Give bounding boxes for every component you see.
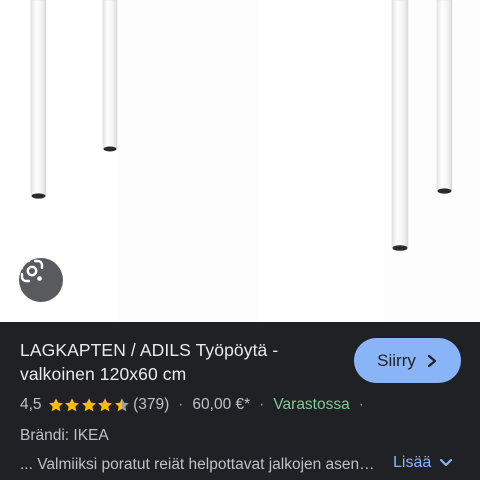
- product-description: ... Valmiiksi poratut reiät helpottavat …: [20, 456, 375, 473]
- separator-dot: ·: [178, 396, 184, 413]
- availability-status: Varastossa: [273, 396, 350, 413]
- star-icon: [98, 398, 112, 412]
- more-label: Lisää: [393, 454, 432, 471]
- google-lens-button[interactable]: [19, 258, 63, 302]
- chevron-down-icon: [440, 458, 453, 467]
- chevron-right-icon: [427, 354, 436, 367]
- go-button-label: Siirry: [377, 350, 416, 370]
- product-image[interactable]: [0, 0, 480, 322]
- star-icon: [81, 398, 96, 412]
- star-icon: [65, 398, 79, 412]
- google-lens-icon: [20, 259, 44, 283]
- product-price: 60,00 €*: [192, 396, 251, 413]
- product-info-panel: LAGKAPTEN / ADILS Työpöytä - valkoinen 1…: [0, 322, 480, 480]
- separator-dot: ·: [358, 396, 364, 413]
- product-title[interactable]: LAGKAPTEN / ADILS Työpöytä - valkoinen 1…: [20, 338, 340, 386]
- brand-line: Brändi: IKEA: [20, 427, 109, 444]
- rating-value: 4,5: [20, 396, 42, 413]
- separator-dot: ·: [259, 396, 265, 413]
- star-icon: [48, 398, 63, 412]
- review-count[interactable]: (379): [133, 396, 169, 414]
- go-to-store-button[interactable]: Siirry: [354, 338, 461, 383]
- product-meta-row: 4,5 (379) · 60,00 €* · Varastossa ·: [20, 394, 373, 416]
- rating-stars: [48, 397, 131, 413]
- table-legs-illustration: [30, 0, 480, 322]
- star-icon: [114, 398, 129, 412]
- more-button[interactable]: Lisää: [393, 454, 453, 472]
